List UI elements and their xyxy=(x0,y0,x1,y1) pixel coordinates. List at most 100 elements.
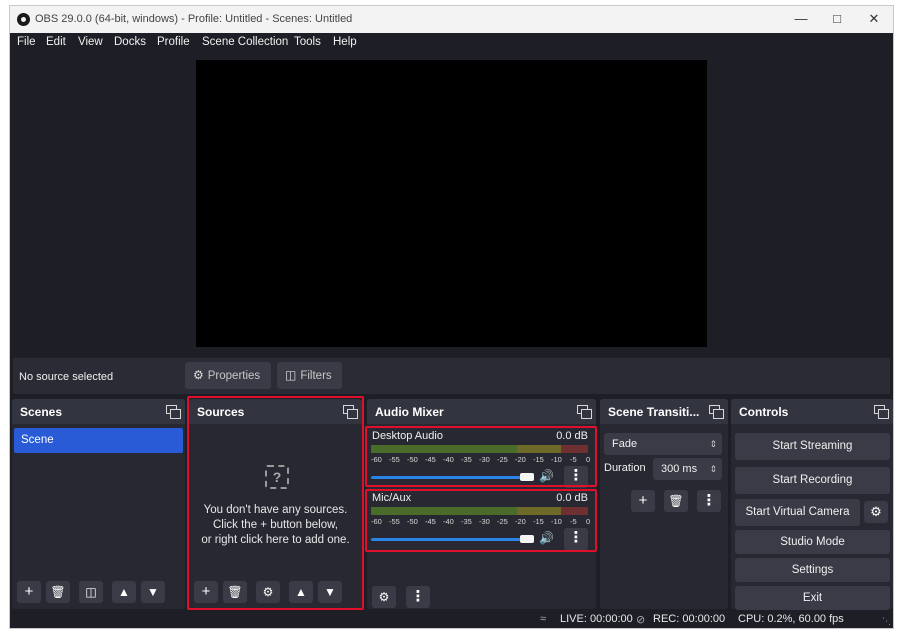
sources-dock-header: Sources xyxy=(189,399,362,424)
scale-tick: -5 xyxy=(570,517,577,526)
settings-button[interactable]: Settings xyxy=(735,558,890,582)
chevron-up-icon: ▲ xyxy=(118,585,130,599)
empty-sources-line-1: You don't have any sources. xyxy=(203,504,348,516)
undock-icon[interactable] xyxy=(343,405,358,419)
speaker-icon[interactable]: 🔊 xyxy=(539,469,554,483)
gear-icon: ⚙ xyxy=(262,585,274,599)
remove-transition-button[interactable]: 🗑 xyxy=(664,490,688,512)
kebab-icon: ⋮ xyxy=(410,588,426,605)
undock-icon[interactable] xyxy=(577,405,592,419)
volume-slider-handle[interactable] xyxy=(520,535,534,543)
menu-view[interactable]: View xyxy=(78,36,103,48)
close-button[interactable]: ✕ xyxy=(863,10,885,28)
start-virtual-camera-button[interactable]: Start Virtual Camera xyxy=(735,499,860,526)
cpu-fps-readout: CPU: 0.2%, 60.00 fps xyxy=(738,613,844,625)
maximize-button[interactable]: □ xyxy=(826,10,848,28)
chevron-up-icon: ▲ xyxy=(295,585,307,599)
chevron-down-icon: ▼ xyxy=(147,585,159,599)
menu-profile[interactable]: Profile xyxy=(157,36,190,48)
move-scene-up-button[interactable]: ▲ xyxy=(112,581,136,603)
duration-value: 300 ms xyxy=(661,463,698,475)
volume-slider[interactable] xyxy=(371,476,527,479)
add-transition-button[interactable]: + xyxy=(631,490,655,512)
empty-sources-message[interactable]: You don't have any sources. Click the + … xyxy=(189,503,362,548)
status-bar: ≈ LIVE: 00:00:00 ⊘ REC: 00:00:00 CPU: 0.… xyxy=(10,610,893,628)
channel-menu-button[interactable]: ⋮ xyxy=(564,466,588,488)
channel-db: 0.0 dB xyxy=(556,492,588,504)
kebab-icon: ⋮ xyxy=(701,492,717,509)
live-timer: LIVE: 00:00:00 xyxy=(560,613,633,625)
controls-title: Controls xyxy=(739,405,789,419)
scale-tick: -55 xyxy=(389,455,400,464)
menu-help[interactable]: Help xyxy=(333,36,357,48)
remove-scene-button[interactable]: 🗑 xyxy=(46,581,70,603)
volume-slider[interactable] xyxy=(371,538,527,541)
preview-canvas[interactable] xyxy=(196,60,707,347)
add-source-button[interactable]: + xyxy=(194,581,218,603)
virtual-camera-settings-button[interactable]: ⚙ xyxy=(864,501,888,523)
spin-arrows-icon: ⇕ xyxy=(709,464,717,474)
gear-icon: ⚙ xyxy=(193,368,204,382)
scale-tick: -30 xyxy=(479,517,490,526)
undock-icon[interactable] xyxy=(874,405,889,419)
scale-tick: -50 xyxy=(407,455,418,464)
scale-tick: -35 xyxy=(461,517,472,526)
move-source-down-button[interactable]: ▼ xyxy=(318,581,342,603)
resize-grip-icon[interactable]: ⋱ xyxy=(882,616,891,627)
db-scale: -60 -55 -50 -45 -40 -35 -30 -25 -20 -15 … xyxy=(371,517,591,527)
scale-tick: -15 xyxy=(533,517,544,526)
db-scale: -60 -55 -50 -45 -40 -35 -30 -25 -20 -15 … xyxy=(371,455,591,465)
undock-icon[interactable] xyxy=(166,405,181,419)
scale-tick: -15 xyxy=(533,455,544,464)
volume-slider-handle[interactable] xyxy=(520,473,534,481)
scale-tick: -20 xyxy=(515,517,526,526)
filter-icon: ◫ xyxy=(285,368,297,382)
remove-source-button[interactable]: 🗑 xyxy=(223,581,247,603)
scene-list-item[interactable]: Scene xyxy=(14,428,183,453)
scale-tick: -55 xyxy=(389,517,400,526)
preview-area xyxy=(10,53,893,357)
menu-tools[interactable]: Tools xyxy=(294,36,321,48)
scene-filters-button[interactable]: ◫ xyxy=(79,581,103,603)
duration-label: Duration xyxy=(604,462,646,474)
start-streaming-button[interactable]: Start Streaming xyxy=(735,433,890,460)
move-scene-down-button[interactable]: ▼ xyxy=(141,581,165,603)
duration-spinbox[interactable]: 300 ms ⇕ xyxy=(653,458,722,480)
menu-docks[interactable]: Docks xyxy=(114,36,146,48)
scale-tick: -45 xyxy=(425,517,436,526)
scenes-dock-header: Scenes xyxy=(12,399,185,424)
properties-button[interactable]: ⚙ Properties xyxy=(185,362,271,389)
menu-edit[interactable]: Edit xyxy=(46,36,66,48)
add-scene-button[interactable]: + xyxy=(17,581,41,603)
source-properties-button[interactable]: ⚙ xyxy=(256,581,280,603)
menu-file[interactable]: File xyxy=(17,36,36,48)
exit-button[interactable]: Exit xyxy=(735,586,890,610)
scene-transitions-dock-header: Scene Transiti... xyxy=(600,399,728,424)
start-recording-button[interactable]: Start Recording xyxy=(735,467,890,494)
minimize-button[interactable]: — xyxy=(790,10,812,28)
move-source-up-button[interactable]: ▲ xyxy=(289,581,313,603)
scale-tick: -35 xyxy=(461,455,472,464)
no-source-label: No source selected xyxy=(19,371,114,383)
audio-mixer-dock: Audio Mixer Desktop Audio 0.0 dB -60 -55… xyxy=(367,399,596,609)
menu-scene-collection[interactable]: Scene Collection xyxy=(202,36,288,48)
filters-label: Filters xyxy=(300,370,332,382)
speaker-icon[interactable]: 🔊 xyxy=(539,531,554,545)
scale-tick: -10 xyxy=(551,455,562,464)
mixer-settings-button[interactable]: ⚙ xyxy=(372,586,396,608)
menu-bar: File Edit View Docks Profile Scene Colle… xyxy=(10,33,893,53)
channel-menu-button[interactable]: ⋮ xyxy=(564,528,588,550)
mixer-menu-button[interactable]: ⋮ xyxy=(406,586,430,608)
transition-menu-button[interactable]: ⋮ xyxy=(697,490,721,512)
source-context-bar: No source selected ⚙ Properties ◫ Filters xyxy=(13,358,890,394)
select-arrows-icon: ⇕ xyxy=(709,439,717,449)
empty-sources-line-3: or right click here to add one. xyxy=(201,534,350,546)
undock-icon[interactable] xyxy=(709,405,724,419)
studio-mode-button[interactable]: Studio Mode xyxy=(735,530,890,554)
filters-button[interactable]: ◫ Filters xyxy=(277,362,342,389)
empty-sources-icon: ? xyxy=(265,465,289,489)
scale-tick: -50 xyxy=(407,517,418,526)
chevron-down-icon: ▼ xyxy=(324,585,336,599)
scale-tick: -20 xyxy=(515,455,526,464)
transition-select[interactable]: Fade ⇕ xyxy=(604,433,722,455)
